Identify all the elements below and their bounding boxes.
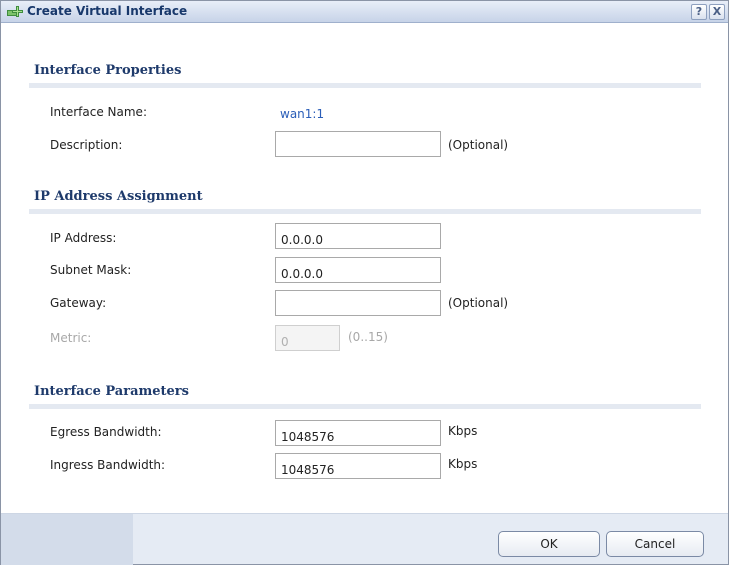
egress-unit: Kbps: [448, 424, 478, 438]
ip-address-input[interactable]: [275, 223, 441, 249]
interface-name-value: wan1:1: [280, 107, 325, 121]
subnet-mask-input[interactable]: [275, 257, 441, 283]
create-virtual-interface-dialog: Create Virtual Interface ? X Interface P…: [0, 0, 729, 565]
interface-name-label: Interface Name:: [50, 105, 147, 119]
interface-properties-heading: Interface Properties: [34, 63, 182, 78]
gateway-optional-hint: (Optional): [448, 296, 509, 310]
help-button[interactable]: ?: [691, 4, 707, 20]
metric-input: [275, 325, 340, 351]
metric-range-hint: (0..15): [348, 330, 388, 344]
ingress-unit: Kbps: [448, 457, 478, 471]
egress-bandwidth-label: Egress Bandwidth:: [50, 425, 162, 439]
dialog-title: Create Virtual Interface: [27, 4, 188, 18]
section-divider: [29, 209, 701, 214]
footer-left-panel: [1, 514, 133, 565]
ok-button[interactable]: OK: [498, 531, 600, 557]
section-divider: [29, 404, 701, 409]
gateway-label: Gateway:: [50, 296, 107, 310]
dialog-titlebar[interactable]: Create Virtual Interface ? X: [1, 1, 728, 23]
add-interface-icon: [7, 6, 23, 17]
ingress-bandwidth-label: Ingress Bandwidth:: [50, 458, 166, 472]
subnet-mask-label: Subnet Mask:: [50, 263, 132, 277]
section-divider: [29, 83, 701, 88]
description-label: Description:: [50, 138, 123, 152]
ip-address-label: IP Address:: [50, 231, 117, 245]
interface-parameters-heading: Interface Parameters: [34, 384, 189, 399]
gateway-input[interactable]: [275, 290, 441, 316]
description-optional-hint: (Optional): [448, 138, 509, 152]
cancel-button[interactable]: Cancel: [606, 531, 704, 557]
egress-bandwidth-input[interactable]: [275, 420, 441, 446]
ingress-bandwidth-input[interactable]: [275, 453, 441, 479]
close-button[interactable]: X: [709, 4, 725, 20]
metric-label: Metric:: [50, 331, 92, 345]
description-input[interactable]: [275, 131, 441, 157]
dialog-footer: OK Cancel: [1, 513, 728, 565]
ip-assignment-heading: IP Address Assignment: [34, 189, 203, 204]
